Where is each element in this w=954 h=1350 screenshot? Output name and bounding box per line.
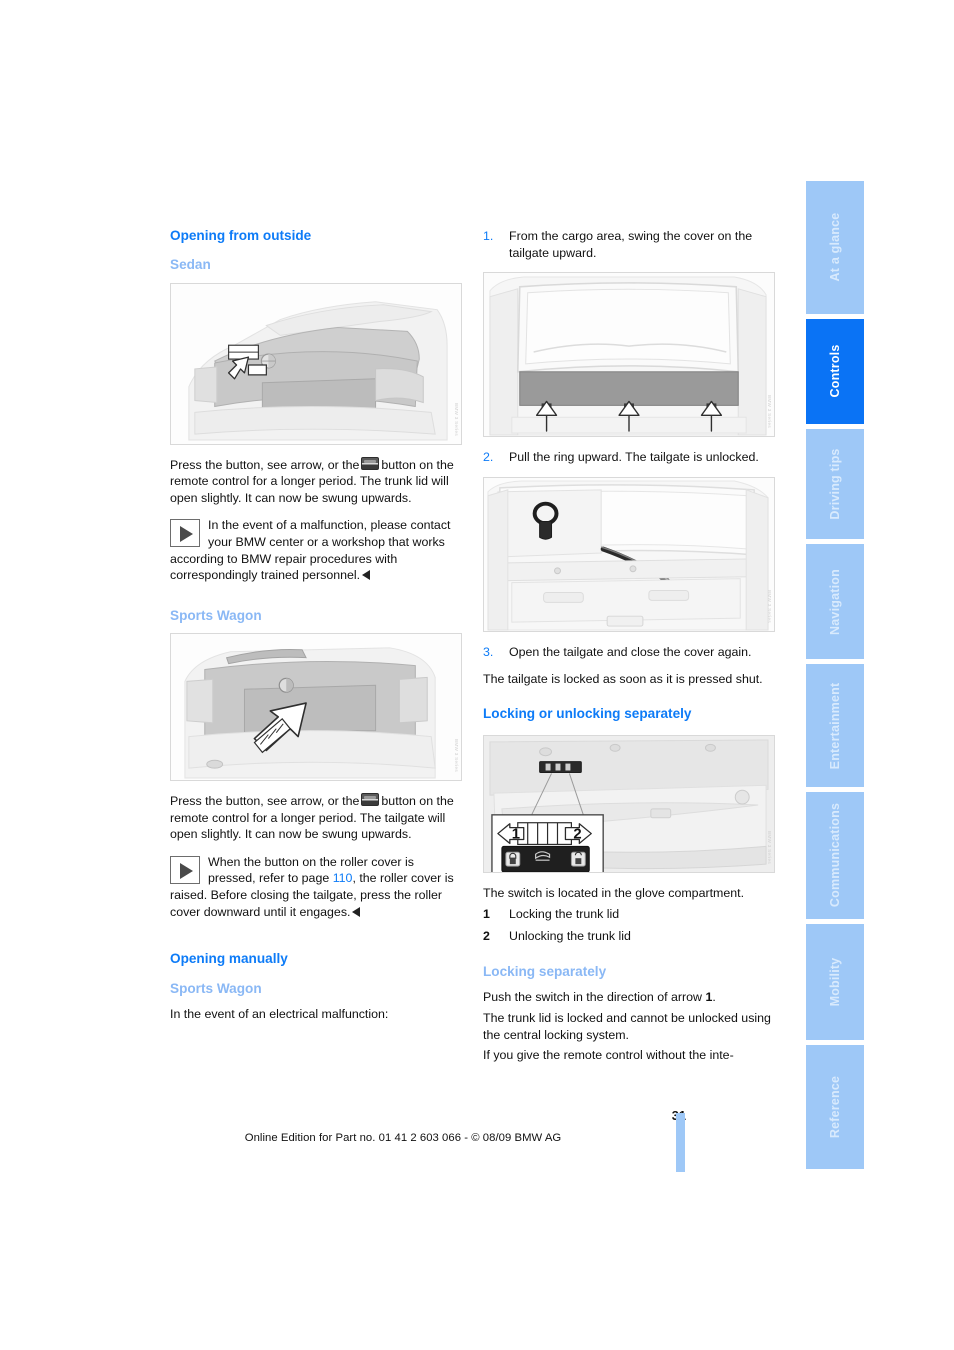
tab-reference-label: Reference — [828, 1076, 842, 1139]
figure-release-ring-illustration — [484, 477, 774, 631]
tab-at-a-glance-label: At a glance — [828, 212, 842, 282]
figure-cargo-cover-illustration — [484, 273, 774, 437]
tab-driving-tips[interactable]: Driving tips — [806, 428, 864, 540]
step-3-number: 3. — [483, 644, 494, 659]
paragraph-sedan-open-part-a: Press the button, see arrow, or the — [170, 457, 360, 472]
subheading-sports-wagon-outside: Sports Wagon — [170, 607, 262, 623]
footer-accent-bar — [676, 1113, 685, 1172]
paragraph-wagon-open: Press the button, see arrow, or the butto… — [170, 793, 462, 843]
paragraph-sedan-open: Press the button, see arrow, or the butto… — [170, 456, 462, 507]
legend-item-1: 1 Locking the trunk lid — [483, 906, 775, 923]
svg-text:2: 2 — [573, 827, 581, 843]
trunk-release-icon — [361, 793, 380, 807]
figure-sedan-trunk-illustration — [171, 283, 461, 444]
tab-entertainment[interactable]: Entertainment — [806, 664, 864, 787]
legend-item-2: 2 Unlocking the trunk lid — [483, 928, 775, 945]
step-1-text: From the cargo area, swing the cover on … — [509, 229, 753, 260]
edition-line: Online Edition for Part no. 01 41 2 603 … — [244, 1132, 562, 1144]
figure-cargo-cover: BMW 3 Series — [483, 272, 775, 438]
subheading-sports-wagon-manual: Sports Wagon — [170, 980, 262, 996]
tab-mobility[interactable]: Mobility — [806, 923, 864, 1041]
page-reference-link[interactable]: 110 — [333, 871, 353, 885]
figure-watermark: BMW 3 Series — [767, 395, 772, 429]
subheading-locking-separately: Locking separately — [483, 964, 607, 980]
manual-page: At a glance Controls Driving tips Naviga… — [0, 0, 954, 1350]
triangle-note-icon — [170, 855, 200, 884]
tab-communications-label: Communications — [828, 803, 842, 908]
paragraph-locking-direction-a: Push the switch in the direction of arro… — [483, 990, 703, 1005]
note-sedan-malfunction-text: In the event of a malfunction, please co… — [170, 518, 451, 583]
step-2-number: 2. — [483, 450, 494, 465]
tab-navigation[interactable]: Navigation — [806, 544, 864, 660]
svg-text:1: 1 — [512, 827, 520, 843]
figure-glovebox-switch-illustration: 1 2 — [484, 736, 774, 873]
tab-mobility-label: Mobility — [828, 957, 842, 1007]
trunk-release-icon — [361, 456, 380, 470]
figure-watermark: BMW 3 Series — [767, 831, 772, 865]
paragraph-wagon-open-part-a: Press the button, see arrow, or the — [170, 794, 360, 809]
step-3: 3. Open the tailgate and close the cover… — [483, 644, 775, 661]
paragraph-manual-intro: In the event of an electrical malfunctio… — [170, 1006, 389, 1021]
note-end-marker-icon — [352, 906, 361, 917]
tab-communications[interactable]: Communications — [806, 791, 864, 919]
step-3-text: Open the tailgate and close the cover ag… — [509, 644, 752, 659]
figure-wagon-tailgate-illustration — [171, 634, 461, 781]
note-end-marker-icon — [362, 570, 371, 581]
paragraph-locking-central: The trunk lid is locked and cannot be un… — [483, 1010, 771, 1042]
note-sedan-malfunction: In the event of a malfunction, please co… — [170, 517, 462, 583]
figure-release-ring: BMW 3 Series — [483, 476, 775, 632]
left-text-column: Opening from outside Sedan BMW 3 Series … — [170, 228, 462, 1033]
figure-watermark: BMW 3 Series — [454, 402, 459, 436]
tab-at-a-glance[interactable]: At a glance — [806, 181, 864, 314]
tab-driving-tips-label: Driving tips — [828, 448, 842, 520]
note-roller-cover: When the button on the roller cover is p… — [170, 854, 462, 920]
subheading-sedan: Sedan — [170, 257, 211, 273]
figure-watermark: BMW 3 Series — [454, 739, 459, 773]
step-2: 2. Pull the ring upward. The tailgate is… — [483, 449, 775, 466]
paragraph-tailgate-locks: The tailgate is locked as soon as it is … — [483, 672, 763, 687]
triangle-note-icon — [170, 519, 200, 548]
paragraph-locking-direction: Push the switch in the direction of arro… — [483, 989, 775, 1006]
tab-controls[interactable]: Controls — [806, 318, 864, 424]
right-text-column: 1. From the cargo area, swing the cover … — [483, 228, 775, 1068]
tab-entertainment-label: Entertainment — [828, 682, 842, 769]
tab-navigation-label: Navigation — [828, 568, 842, 635]
tab-controls-label: Controls — [828, 344, 842, 398]
figure-sedan-trunk: BMW 3 Series — [170, 282, 462, 445]
step-2-text: Pull the ring upward. The tailgate is un… — [509, 450, 759, 465]
figure-glovebox-switch: 1 2 BMW 3 Series — [483, 735, 775, 874]
paragraph-locking-direction-b: . — [712, 990, 716, 1005]
figure-watermark: BMW 3 Series — [767, 589, 772, 623]
heading-opening-from-outside: Opening from outside — [170, 228, 312, 243]
legend-item-2-number: 2 — [483, 929, 490, 944]
figure-wagon-tailgate: BMW 3 Series — [170, 633, 462, 782]
legend-item-1-text: Locking the trunk lid — [509, 906, 620, 921]
legend-item-2-text: Unlocking the trunk lid — [509, 929, 631, 944]
paragraph-switch-location: The switch is located in the glove compa… — [483, 886, 745, 901]
tab-reference[interactable]: Reference — [806, 1045, 864, 1170]
heading-opening-manually: Opening manually — [170, 951, 288, 967]
heading-locking-or-unlocking-separately: Locking or unlocking separately — [483, 705, 692, 721]
step-1: 1. From the cargo area, swing the cover … — [483, 228, 775, 261]
legend-item-1-number: 1 — [483, 906, 490, 921]
paragraph-locking-remote: If you give the remote control without t… — [483, 1048, 734, 1063]
step-1-number: 1. — [483, 229, 494, 243]
section-tab-rail: At a glance Controls Driving tips Naviga… — [806, 181, 864, 1170]
